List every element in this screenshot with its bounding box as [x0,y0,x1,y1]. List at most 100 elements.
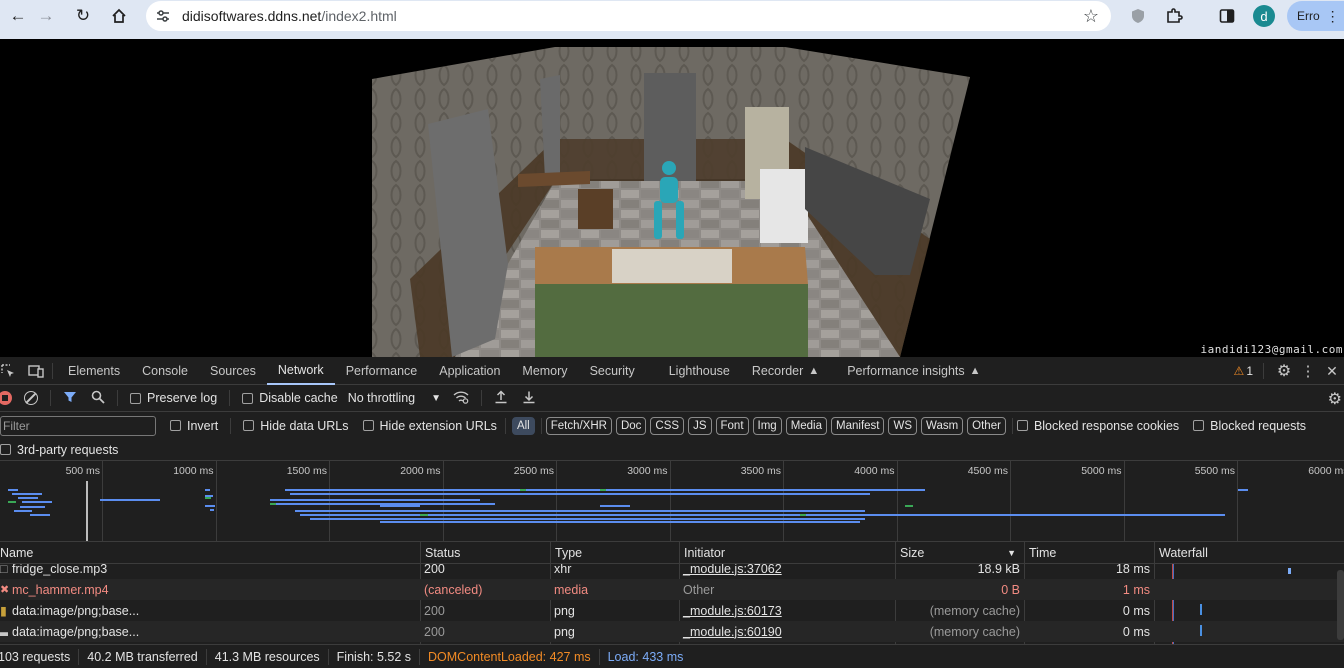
request-initiator[interactable]: _module.js:60190 [679,621,895,642]
network-conditions-icon[interactable] [453,390,469,407]
home-icon[interactable] [101,1,137,31]
type-filter-font[interactable]: Font [715,416,749,435]
type-filter-all[interactable]: All [511,416,535,435]
more-options-icon[interactable]: ⋮ [1296,357,1320,385]
site-info-icon[interactable] [148,1,178,31]
table-row[interactable]: □ fridge_close.mp3 200 xhr _module.js:37… [0,564,1344,579]
bookmark-star-icon[interactable]: ☆ [1083,6,1099,27]
type-filter-js[interactable]: JS [688,416,712,435]
col-type[interactable]: Type [550,542,679,563]
checkbox-box[interactable] [362,420,374,431]
third-party-checkbox[interactable]: 3rd-party requests [0,443,118,457]
request-initiator[interactable]: _module.js:37062 [679,564,895,579]
overview-gridline [1010,461,1011,541]
tab-elements[interactable]: Elements [57,357,131,385]
overview-tick-label: 2500 ms [513,465,554,477]
divider [50,390,51,406]
url-text[interactable]: didisoftwares.ddns.net/index2.html [182,8,397,24]
checkbox-box[interactable] [242,392,254,404]
clear-icon[interactable] [24,391,38,405]
col-waterfall-label: Waterfall [1159,545,1208,560]
overview-tick-label: 5500 ms [1194,465,1235,477]
type-filter-manifest[interactable]: Manifest [831,416,885,435]
type-filter-wasm[interactable]: Wasm [921,416,964,435]
table-row[interactable]: ▮ data:image/png;base... 200 png _module… [0,600,1344,621]
network-settings-gear-icon[interactable]: ⚙ [1328,389,1342,409]
tab-recorder[interactable]: Recorder ▲ [741,357,830,385]
profile-avatar[interactable]: d [1253,5,1275,27]
webgl-canvas[interactable]: iandidi123@gmail.com [0,39,1344,357]
close-devtools-icon[interactable]: ✕ [1320,357,1344,385]
checkbox-box[interactable] [243,420,255,431]
devtools-right-controls: ⚠ 1 ⚙ ⋮ ✕ [1234,357,1344,385]
address-bar[interactable]: didisoftwares.ddns.net/index2.html ☆ [146,1,1111,31]
type-filter-other[interactable]: Other [967,416,1006,435]
invert-checkbox[interactable]: Invert [170,419,218,433]
side-panel-icon[interactable] [1215,4,1239,28]
error-pill[interactable]: Erro ⋮ [1287,1,1344,31]
checkbox-box[interactable] [130,392,141,404]
tab-memory[interactable]: Memory [511,357,578,385]
type-filter-media[interactable]: Media [785,416,828,435]
preserve-log-checkbox[interactable]: Preserve log [130,391,217,405]
network-overview[interactable]: 500 ms 1000 ms 1500 ms 2000 ms 2500 ms 3000 m… [0,461,1344,542]
warnings-counter[interactable]: ⚠ 1 [1234,364,1253,378]
throttling-select[interactable]: No throttling ▼ [348,391,441,405]
col-status[interactable]: Status [420,542,550,563]
tab-console[interactable]: Console [131,357,199,385]
overview-cursor[interactable] [86,481,88,541]
table-row[interactable]: ✖ mc_hammer.mp4 (canceled) media Other 0… [0,579,1344,600]
reload-icon[interactable]: ↻ [65,1,101,31]
vertical-scrollbar[interactable] [1337,570,1344,640]
import-har-icon[interactable] [494,389,508,407]
tab-performance-insights[interactable]: Performance insights ▲ [836,357,991,385]
url-path: /index2.html [321,8,397,24]
blocked-requests-checkbox[interactable]: Blocked requests [1193,419,1306,433]
inspect-element-icon[interactable] [0,357,16,385]
type-filter-fetch-xhr[interactable]: Fetch/XHR [545,416,612,435]
col-size[interactable]: Size ▼ [895,542,1024,563]
request-initiator[interactable]: _module.js:60173 [679,600,895,621]
filter-input[interactable]: Filter [0,415,156,436]
export-har-icon[interactable] [522,390,536,407]
type-filter-ws[interactable]: WS [888,416,918,435]
blocked-response-cookies-label: Blocked response cookies [1033,418,1180,433]
disable-cache-checkbox[interactable]: Disable cache [242,391,338,405]
throttling-value: No throttling [347,391,416,405]
hide-extension-urls-label: Hide extension URLs [379,418,497,433]
type-filter-css[interactable]: CSS [650,416,685,435]
checkbox-box[interactable] [1193,420,1205,431]
col-name[interactable]: Name [0,542,420,563]
overview-request-bar [30,514,50,516]
forward-icon[interactable]: → [28,1,64,31]
col-waterfall[interactable]: Waterfall [1154,542,1344,563]
tab-application[interactable]: Application [428,357,511,385]
col-initiator[interactable]: Initiator [679,542,895,563]
checkbox-box[interactable] [1016,420,1028,431]
device-toolbar-icon[interactable] [24,357,48,385]
blocked-requests-label: Blocked requests [1210,418,1307,433]
checkbox-box[interactable] [0,444,11,455]
hide-extension-urls-checkbox[interactable]: Hide extension URLs [362,418,497,433]
menu-dots-icon[interactable]: ⋮ [1326,8,1340,25]
table-row[interactable]: ▬ data:image/png;base... 200 png _module… [0,621,1344,642]
tab-lighthouse[interactable]: Lighthouse [658,357,741,385]
tab-security[interactable]: Security [579,357,646,385]
shield-extension-icon[interactable] [1126,4,1150,28]
tab-network[interactable]: Network [266,357,335,385]
tab-performance[interactable]: Performance [335,357,429,385]
search-icon[interactable] [91,390,105,407]
hide-data-urls-checkbox[interactable]: Hide data URLs [243,419,349,433]
blocked-response-cookies-checkbox[interactable]: Blocked response cookies [1016,418,1180,433]
overview-request-bar [295,510,865,512]
extensions-puzzle-icon[interactable] [1162,4,1186,28]
settings-gear-icon[interactable]: ⚙ [1272,357,1296,385]
col-time[interactable]: Time [1024,542,1154,563]
tab-sources[interactable]: Sources [199,357,267,385]
record-stop-icon[interactable] [0,391,12,405]
checkbox-box[interactable] [170,420,181,431]
type-filter-doc[interactable]: Doc [615,416,647,435]
filter-funnel-icon[interactable] [63,390,77,407]
error-icon: ✖ [0,584,8,596]
type-filter-img[interactable]: Img [752,416,782,435]
